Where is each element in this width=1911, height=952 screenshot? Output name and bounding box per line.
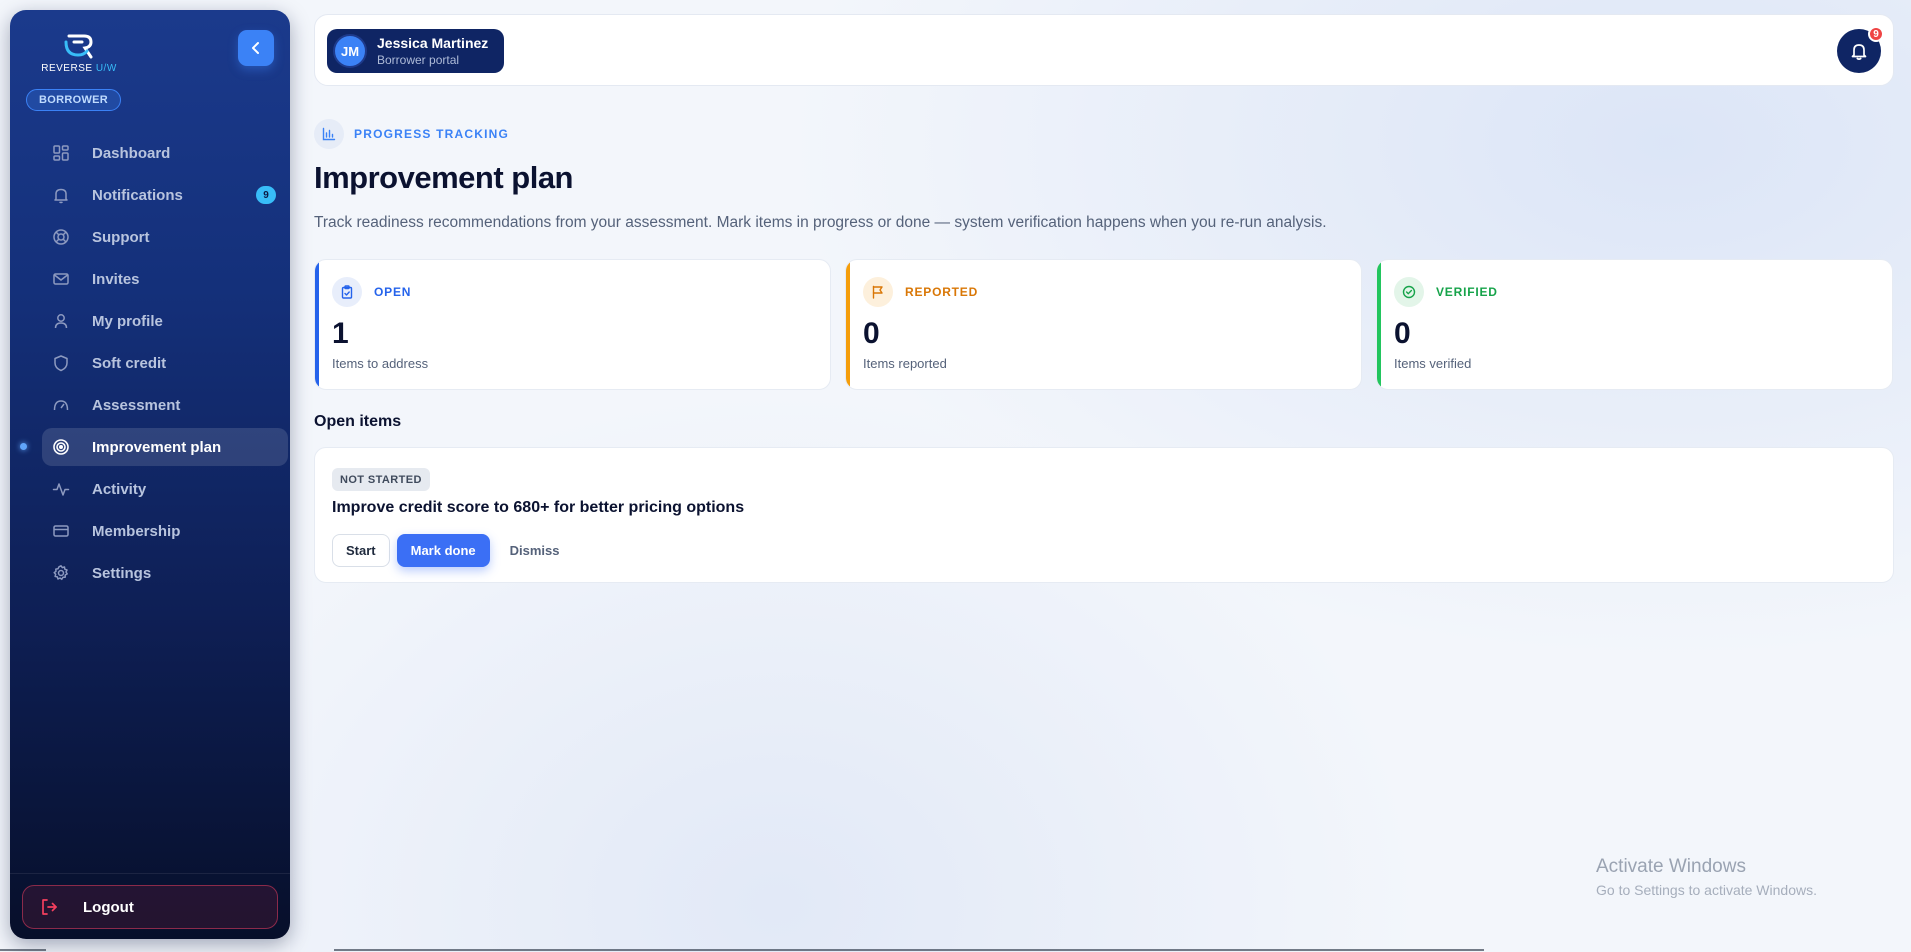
sidebar-item-label: Membership [92, 522, 181, 540]
stat-header: OPEN [332, 277, 411, 307]
sidebar-item-label: Improvement plan [92, 438, 222, 456]
stat-card-verified: VERIFIED 0 Items verified [1376, 259, 1893, 390]
sidebar-item-label: Assessment [92, 396, 181, 414]
sidebar-item-notifications[interactable]: Notifications 9 [42, 176, 288, 214]
sidebar-item-my-profile[interactable]: My profile [42, 302, 288, 340]
sidebar-item-activity[interactable]: Activity [42, 470, 288, 508]
bar-chart-icon [314, 119, 344, 149]
avatar: JM [333, 34, 367, 68]
stat-label: VERIFIED [1436, 285, 1498, 299]
stat-value: 0 [863, 317, 880, 350]
clipboard-check-icon [332, 277, 362, 307]
sidebar-item-settings[interactable]: Settings [42, 554, 288, 592]
sidebar-item-improvement-plan[interactable]: Improvement plan [20, 428, 288, 466]
role-badge: BORROWER [26, 89, 122, 111]
user-name: Jessica Martinez [377, 34, 489, 51]
lifebuoy-icon [52, 228, 70, 246]
mail-icon [52, 270, 70, 288]
logout-icon [39, 897, 59, 917]
stat-value: 1 [332, 317, 349, 350]
sidebar-divider [10, 873, 290, 874]
collapse-sidebar-button[interactable] [238, 30, 274, 66]
sidebar-item-label: Notifications [92, 186, 183, 204]
sidebar-nav: Dashboard Notifications 9 Support Invite… [20, 134, 288, 596]
taskbar-edge [0, 949, 46, 951]
sidebar-item-label: Activity [92, 480, 147, 498]
logo-text: REVERSE U/W [41, 62, 117, 74]
user-icon [52, 312, 70, 330]
shield-icon [52, 354, 70, 372]
stat-card-open: OPEN 1 Items to address [314, 259, 831, 390]
stat-value: 0 [1394, 317, 1411, 350]
stat-accent-bar [846, 260, 850, 389]
user-info: Jessica Martinez Borrower portal [377, 35, 488, 68]
sidebar: REVERSE U/W BORROWER Dashboard Notificat… [10, 10, 290, 939]
sidebar-item-label: Dashboard [92, 144, 171, 162]
bell-icon [52, 186, 70, 204]
mark-done-button[interactable]: Mark done [396, 534, 490, 567]
check-circle-icon [1394, 277, 1424, 307]
sidebar-item-label: My profile [92, 312, 163, 330]
sidebar-item-assessment[interactable]: Assessment [42, 386, 288, 424]
sidebar-item-support[interactable]: Support [42, 218, 288, 256]
sidebar-item-membership[interactable]: Membership [42, 512, 288, 550]
sidebar-item-label: Settings [92, 564, 152, 582]
sidebar-item-invites[interactable]: Invites [42, 260, 288, 298]
logout-button[interactable]: Logout [22, 885, 278, 929]
stat-accent-bar [315, 260, 319, 389]
gauge-icon [52, 396, 70, 414]
sidebar-item-label: Soft credit [92, 354, 167, 372]
open-items-heading: Open items [314, 413, 402, 430]
stat-card-reported: REPORTED 0 Items reported [845, 259, 1362, 390]
user-menu[interactable]: JM Jessica Martinez Borrower portal [327, 29, 505, 73]
activity-icon [52, 480, 70, 498]
sidebar-item-soft-credit[interactable]: Soft credit [42, 344, 288, 382]
page-title: Improvement plan [314, 160, 574, 195]
logo-mark-icon [64, 34, 93, 58]
sidebar-item-dashboard[interactable]: Dashboard [42, 134, 288, 172]
chevron-left-icon [252, 42, 259, 54]
logout-label: Logout [83, 898, 134, 916]
item-actions: Start Mark done Dismiss [332, 534, 580, 567]
page-description: Track readiness recommendations from you… [314, 214, 1327, 231]
watermark-subtitle: Go to Settings to activate Windows. [1596, 882, 1817, 898]
flag-icon [863, 277, 893, 307]
stat-caption: Items reported [863, 356, 947, 371]
section-eyebrow: PROGRESS TRACKING [314, 119, 509, 149]
gear-icon [52, 564, 70, 582]
bell-icon [1851, 44, 1867, 60]
taskbar-edge [334, 949, 1484, 951]
target-icon [52, 438, 70, 456]
watermark-title: Activate Windows [1596, 856, 1746, 877]
brand-logo[interactable]: REVERSE U/W [30, 26, 128, 80]
status-badge: NOT STARTED [332, 468, 430, 491]
stat-header: REPORTED [863, 277, 978, 307]
notifications-button[interactable]: 9 [1837, 26, 1884, 73]
sidebar-item-label: Support [92, 228, 150, 246]
dismiss-button[interactable]: Dismiss [497, 534, 573, 567]
list-item: NOT STARTED Improve credit score to 680+… [314, 447, 1894, 583]
notifications-count-badge: 9 [256, 186, 276, 204]
user-subtitle: Borrower portal [377, 52, 460, 67]
stat-caption: Items verified [1394, 356, 1472, 371]
notification-count-badge: 9 [1868, 26, 1884, 42]
start-button[interactable]: Start [332, 534, 390, 567]
eyebrow-label: PROGRESS TRACKING [354, 127, 510, 141]
windows-activation-watermark: Activate Windows Go to Settings to activ… [1596, 856, 1817, 898]
grid-icon [52, 144, 70, 162]
stat-accent-bar [1377, 260, 1381, 389]
stat-label: REPORTED [905, 285, 979, 299]
stat-label: OPEN [374, 285, 412, 299]
credit-card-icon [52, 522, 70, 540]
top-bar: JM Jessica Martinez Borrower portal 9 [314, 14, 1894, 86]
stat-caption: Items to address [332, 356, 429, 371]
sidebar-item-label: Invites [92, 270, 140, 288]
stat-header: VERIFIED [1394, 277, 1498, 307]
item-title: Improve credit score to 680+ for better … [332, 499, 745, 516]
